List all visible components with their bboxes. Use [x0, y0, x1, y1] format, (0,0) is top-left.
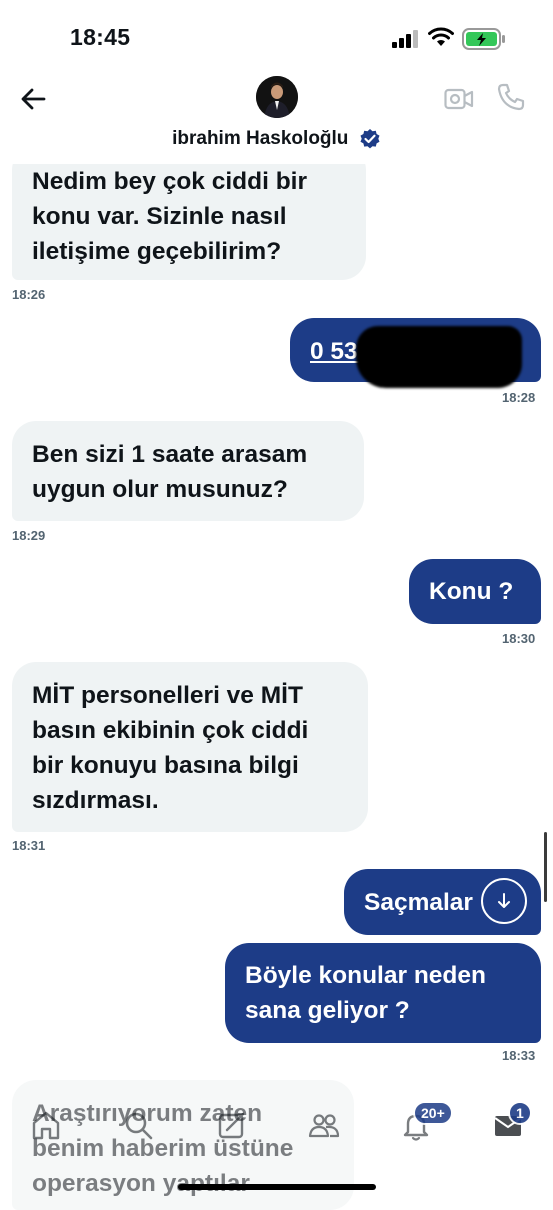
avatar[interactable] — [256, 76, 298, 118]
message-text-line: Böyle konular neden — [245, 962, 486, 989]
message-text-line: iletişime geçebilirim? — [32, 238, 282, 265]
message-timestamp: 18:31 — [12, 838, 46, 853]
message-text-line: basın ekibinin çok ciddi — [32, 717, 309, 744]
back-arrow-icon[interactable] — [16, 82, 50, 116]
phone-call-icon[interactable] — [496, 82, 526, 112]
home-indicator[interactable] — [178, 1184, 376, 1190]
scrollbar-thumb[interactable] — [544, 832, 547, 902]
video-call-icon[interactable] — [444, 86, 474, 112]
verified-badge-icon — [360, 129, 380, 149]
message-timestamp: 18:29 — [12, 528, 46, 543]
search-icon[interactable] — [118, 1105, 158, 1145]
outgoing-message[interactable]: Konu ? — [409, 559, 541, 624]
conversation-header: ibrahim Haskoloğlu — [0, 72, 553, 164]
arrow-down-icon — [498, 893, 510, 908]
contact-name: ibrahim Haskoloğlu — [172, 128, 349, 149]
signal-icon — [392, 30, 418, 48]
message-text-line: MİT personelleri ve MİT — [32, 682, 303, 709]
messages-badge: 1 — [508, 1101, 532, 1125]
status-bar: 18:45 — [0, 0, 553, 72]
wifi-icon — [428, 27, 454, 46]
status-time: 18:45 — [70, 24, 131, 50]
communities-icon[interactable] — [304, 1105, 344, 1145]
incoming-message[interactable]: Nedim bey çok ciddi bir konu var. Sizinl… — [12, 146, 366, 280]
message-timestamp: 18:26 — [12, 287, 46, 302]
home-icon[interactable] — [26, 1105, 66, 1145]
message-text-line: Nedim bey çok ciddi bir — [32, 168, 308, 195]
message-text-line: sana geliyor ? — [245, 997, 410, 1024]
message-timestamp: 18:28 — [502, 390, 536, 405]
message-timestamp: 18:30 — [502, 631, 536, 646]
redaction-mark — [356, 326, 522, 388]
notifications-badge: 20+ — [413, 1101, 453, 1125]
battery-charging-icon — [462, 28, 505, 50]
compose-icon[interactable] — [212, 1105, 252, 1145]
message-text-line: Ben sizi 1 saate arasam — [32, 441, 308, 468]
incoming-message[interactable]: MİT personelleri ve MİT basın ekibinin ç… — [12, 662, 368, 832]
scroll-to-bottom-button[interactable] — [481, 878, 527, 924]
message-text-line: konu var. Sizinle nasıl — [32, 203, 287, 230]
incoming-message[interactable]: Ben sizi 1 saate arasam uygun olur musun… — [12, 421, 364, 521]
outgoing-message[interactable]: Böyle konular neden sana geliyor ? — [225, 943, 541, 1043]
message-text-line: bir konuyu basına bilgi — [32, 752, 299, 779]
message-text-line: Konu ? — [429, 578, 514, 605]
message-timestamp: 18:33 — [502, 1048, 536, 1063]
message-text-line: uygun olur musunuz? — [32, 476, 288, 503]
contact-name-row[interactable]: ibrahim Haskoloğlu — [0, 128, 553, 150]
message-text-line: sızdırması. — [32, 787, 159, 814]
